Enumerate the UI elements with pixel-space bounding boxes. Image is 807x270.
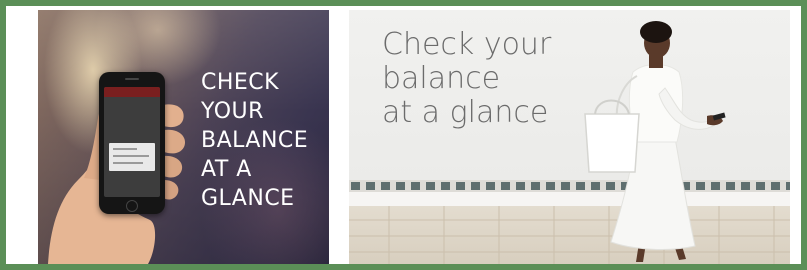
smartphone-image [99, 72, 165, 214]
right-headline: Check your balance at a glance [382, 28, 602, 130]
right-headline-line: at a glance [382, 95, 549, 130]
left-headline-line: CHECK [201, 70, 280, 95]
balance-card [109, 143, 155, 171]
right-headline-line: balance [382, 61, 501, 96]
left-headline: CHECK YOUR BALANCE AT A GLANCE [201, 68, 326, 213]
left-headline-line: GLANCE [201, 186, 295, 211]
promo-image-woman-walking[interactable]: Check your balance at a glance [349, 10, 790, 264]
phone-screen [104, 87, 160, 197]
left-headline-line: BALANCE [201, 128, 309, 153]
right-headline-line: Check your [382, 27, 552, 62]
left-headline-line: YOUR [201, 99, 264, 124]
promo-image-phone-in-hand[interactable]: CHECK YOUR BALANCE AT A GLANCE [38, 10, 329, 264]
left-headline-line: AT A [201, 157, 252, 182]
